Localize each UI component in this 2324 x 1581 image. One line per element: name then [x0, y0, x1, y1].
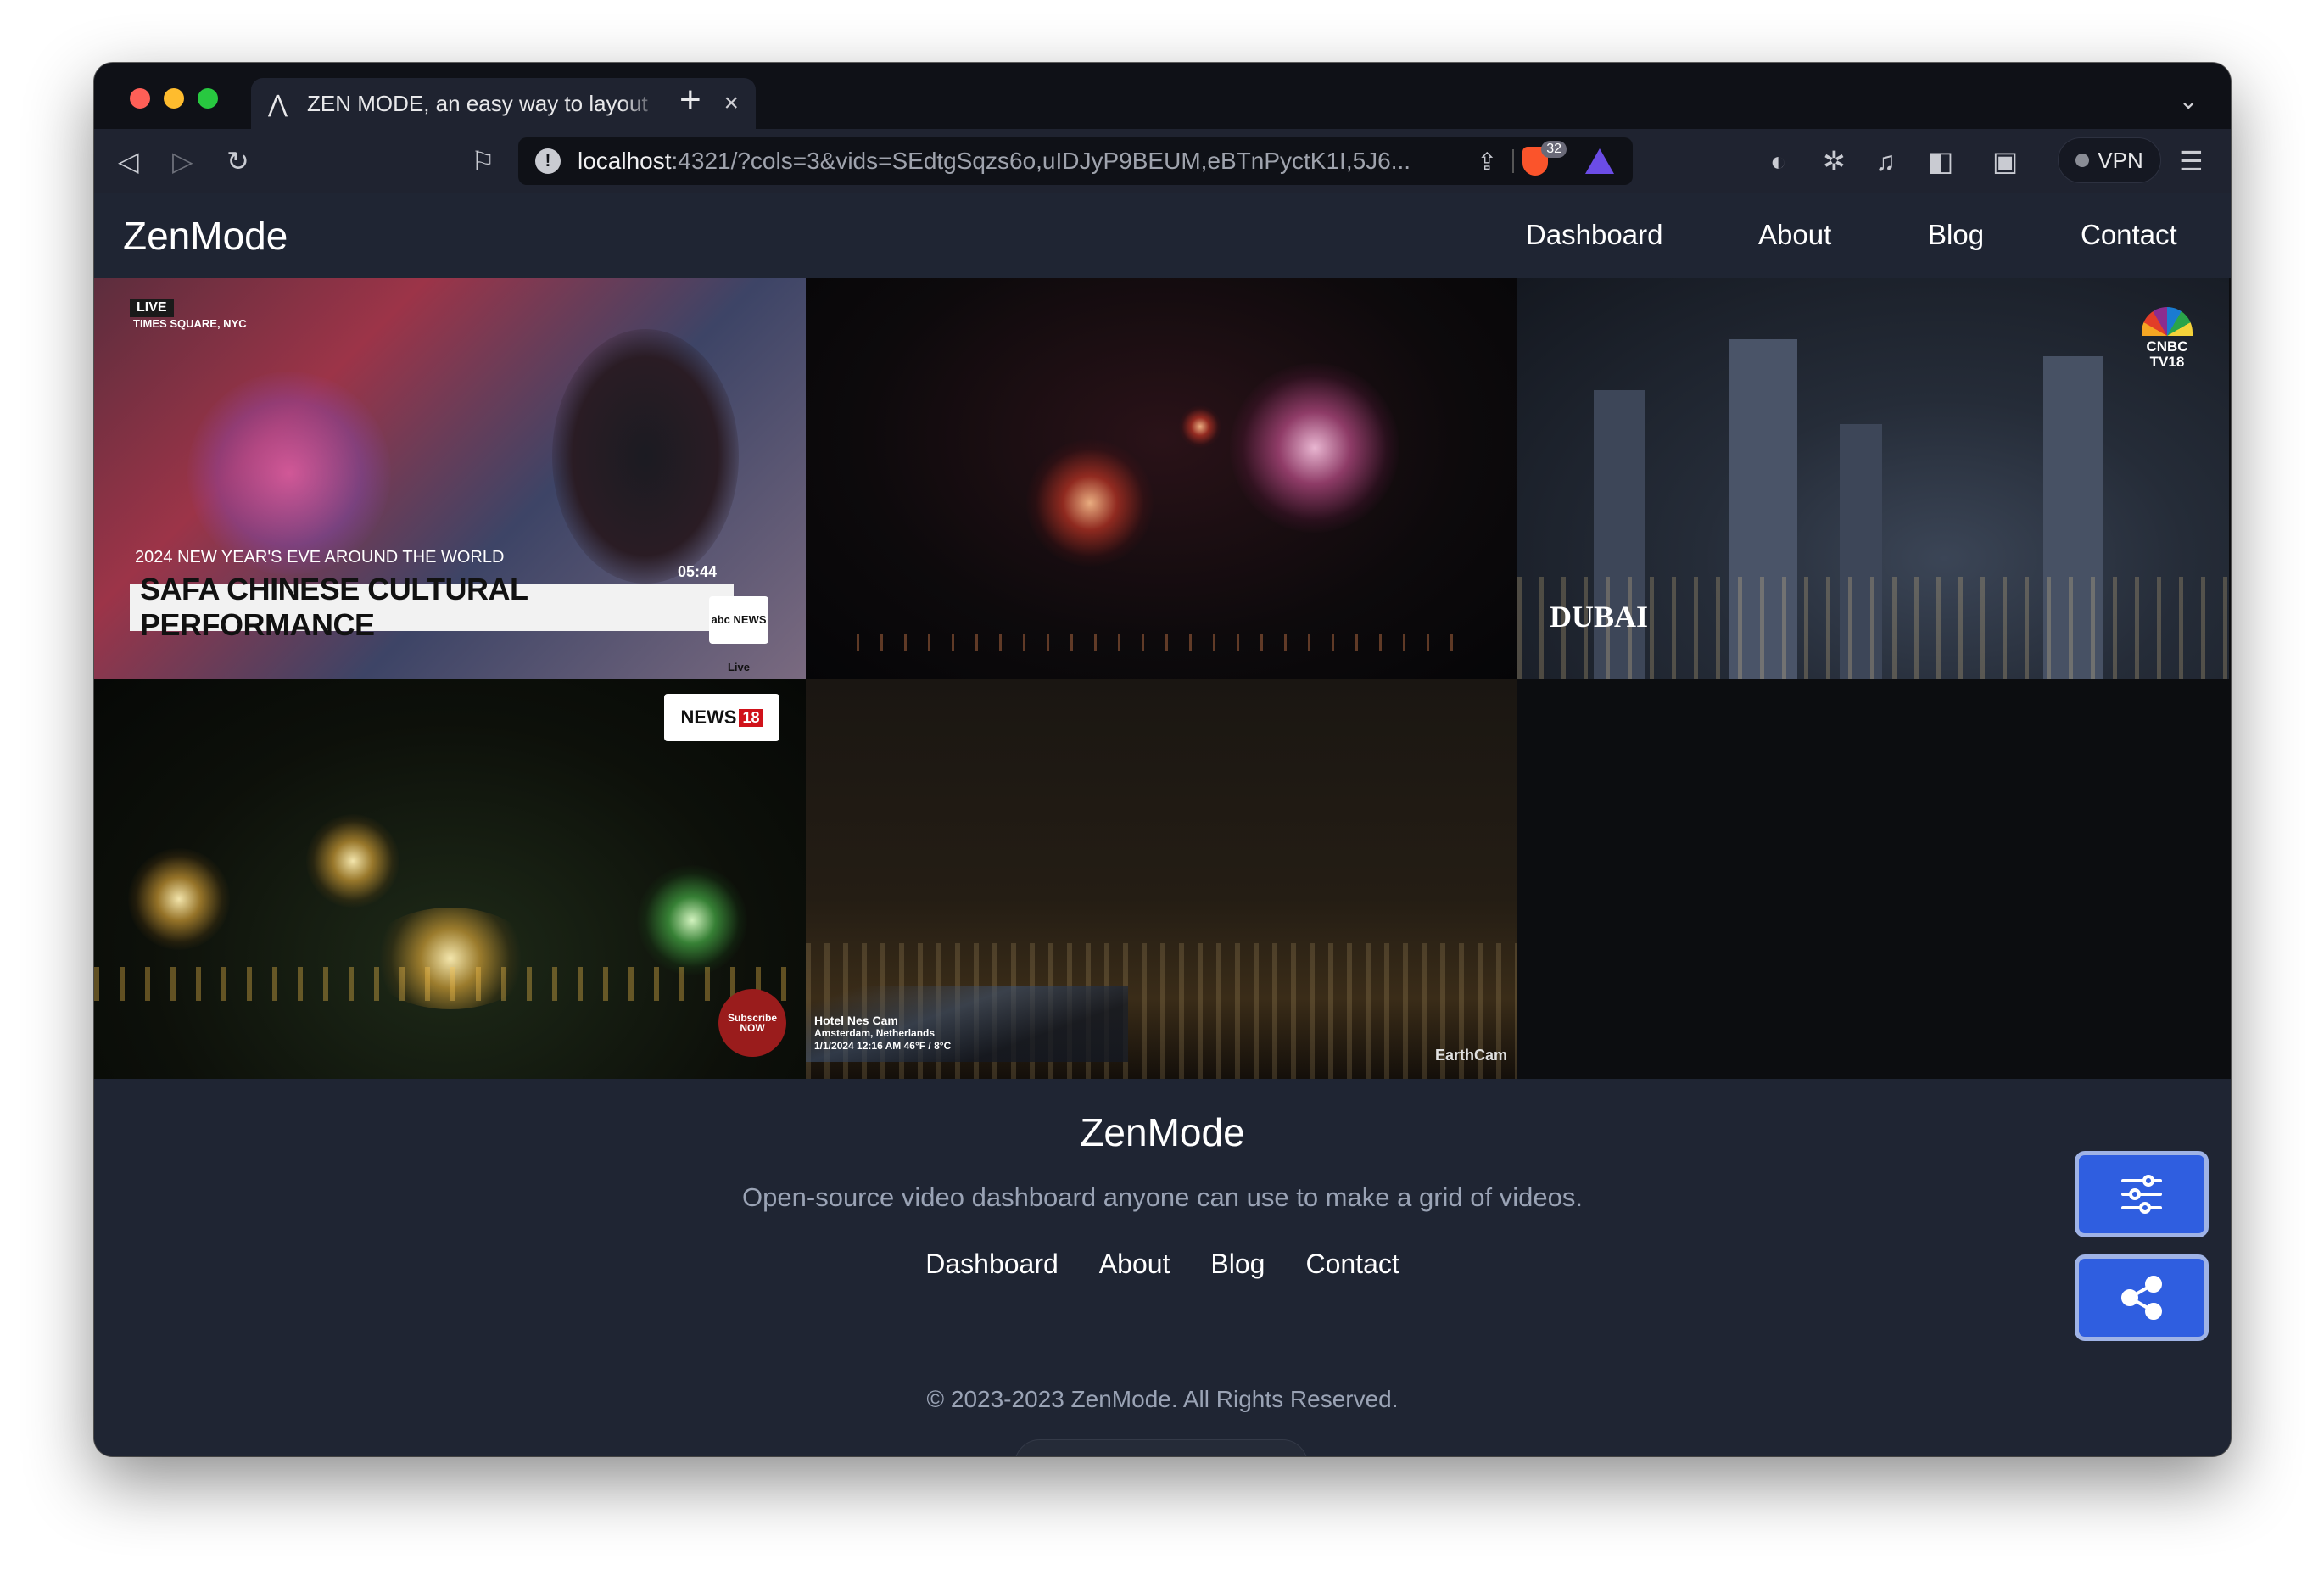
- browser-toolbar: ◁ ▷ ↻ ⚐ ! localhost:4321/?cols=3&vids=SE…: [94, 129, 2231, 193]
- dancers-figure: [187, 372, 391, 575]
- menu-icon[interactable]: ☰: [2179, 144, 2204, 178]
- network-number: 18: [739, 708, 763, 727]
- sidebar-icon[interactable]: ◧: [1928, 144, 1953, 178]
- headline-text: SAFA CHINESE CULTURAL PERFORMANCE: [140, 572, 528, 642]
- reload-icon[interactable]: ↻: [226, 144, 249, 178]
- share-button[interactable]: [2075, 1254, 2209, 1341]
- video-player-5[interactable]: Hotel Nes Cam Amsterdam, Netherlands 1/1…: [806, 679, 1517, 1079]
- tab-title: ZEN MODE, an easy way to layout: [307, 90, 648, 116]
- site-navbar: ZenMode Dashboard About Blog Contact: [94, 193, 2231, 278]
- cam-overlay: Hotel Nes Cam Amsterdam, Netherlands 1/1…: [814, 1014, 951, 1053]
- footer-logo: ZenMode: [1080, 1110, 1245, 1154]
- performer-figure: [552, 329, 739, 584]
- location-caption: DUBAI: [1550, 600, 1649, 634]
- url-host: localhost: [578, 148, 672, 174]
- headline-banner: SAFA CHINESE CULTURAL PERFORMANCE: [130, 572, 734, 642]
- footer-link-blog[interactable]: Blog: [1210, 1249, 1265, 1280]
- firework-burst: [1230, 363, 1399, 533]
- maximize-window-button[interactable]: [198, 88, 218, 109]
- nav-link-contact[interactable]: Contact: [2081, 219, 2177, 251]
- overline-label: 2024 NEW YEAR'S EVE AROUND THE WORLD: [135, 548, 505, 567]
- footer-tagline: Open-source video dashboard anyone can u…: [742, 1182, 1583, 1212]
- location-label: TIMES SQUARE, NYC: [133, 317, 247, 330]
- vpn-label: VPN: [2098, 147, 2143, 173]
- video-player-4[interactable]: NEWS 18 Subscribe NOW: [94, 679, 806, 1079]
- bottom-dock[interactable]: [1014, 1439, 1308, 1456]
- vpn-status-icon: [2075, 154, 2090, 167]
- share-icon[interactable]: ⇪: [1478, 148, 1497, 176]
- firework-burst: [306, 814, 399, 908]
- site-logo[interactable]: ZenMode: [123, 213, 288, 259]
- sliders-icon: [2121, 1175, 2162, 1214]
- cam-title: Hotel Nes Cam: [814, 1014, 898, 1027]
- firework-burst: [1179, 405, 1221, 448]
- cam-meta: 1/1/2024 12:16 AM 46°F / 8°C: [814, 1040, 952, 1052]
- footer-nav: Dashboard About Blog Contact: [94, 1249, 2231, 1280]
- back-icon[interactable]: ◁: [118, 144, 139, 178]
- forward-icon[interactable]: ▷: [172, 144, 193, 178]
- firework-burst: [637, 865, 747, 975]
- video-player-2[interactable]: [806, 278, 1517, 679]
- footer-link-dashboard[interactable]: Dashboard: [925, 1249, 1059, 1280]
- wallet-icon[interactable]: ▣: [1992, 144, 2018, 178]
- firework-burst: [1026, 439, 1154, 567]
- shield-count-badge: 32: [1541, 141, 1567, 158]
- network-label: CNBC TV18: [2146, 338, 2188, 370]
- countdown-time: 05:44: [678, 563, 718, 580]
- page: ZenMode Dashboard About Blog Contact LIV…: [94, 193, 2231, 1456]
- brave-rewards-icon[interactable]: [1585, 148, 1614, 174]
- nav-link-dashboard[interactable]: Dashboard: [1526, 219, 1662, 251]
- url-path: :4321/?cols=3&vids=SEdtgSqzs6o,uIDJyP9BE…: [671, 148, 1411, 174]
- shoreline-lights: [857, 634, 1466, 651]
- nav-link-about[interactable]: About: [1758, 219, 1831, 251]
- live-badge: LIVE: [130, 299, 174, 317]
- footer-link-contact[interactable]: Contact: [1305, 1249, 1399, 1280]
- footer-link-about[interactable]: About: [1099, 1249, 1170, 1280]
- vpn-button[interactable]: VPN: [2058, 137, 2161, 183]
- divider: [1512, 149, 1514, 173]
- address-bar[interactable]: ! localhost:4321/?cols=3&vids=SEdtgSqzs6…: [518, 137, 1633, 185]
- site-footer: ZenMode Open-source video dashboard anyo…: [94, 1079, 2231, 1456]
- peacock-icon: [2142, 307, 2193, 336]
- abc-news-logo: abc NEWS Live: [709, 596, 768, 673]
- chevron-down-icon[interactable]: ⌄: [2179, 87, 2198, 115]
- video-player-3[interactable]: DUBAI CNBC TV18: [1517, 278, 2229, 679]
- extensions-icon[interactable]: ✲: [1823, 144, 1846, 178]
- close-tab-icon[interactable]: ×: [723, 89, 739, 118]
- media-icon[interactable]: ♫: [1875, 144, 1896, 178]
- video-grid: LIVE TIMES SQUARE, NYC 2024 NEW YEAR'S E…: [94, 278, 2231, 1079]
- cnbc-tv18-logo: CNBC TV18: [2134, 307, 2200, 370]
- new-tab-icon[interactable]: +: [679, 81, 701, 119]
- cam-location: Amsterdam, Netherlands: [814, 1027, 936, 1039]
- copyright: © 2023-2023 ZenMode. All Rights Reserved…: [926, 1386, 1399, 1412]
- network-label: NEWS: [680, 707, 737, 728]
- subscribe-badge[interactable]: Subscribe NOW: [718, 989, 786, 1057]
- settings-button[interactable]: [2075, 1151, 2209, 1237]
- astro-favicon-icon: ⋀: [268, 90, 288, 117]
- video-player-1[interactable]: LIVE TIMES SQUARE, NYC 2024 NEW YEAR'S E…: [94, 278, 806, 679]
- share-icon: [2121, 1276, 2162, 1320]
- close-window-button[interactable]: [130, 88, 150, 109]
- site-info-icon[interactable]: !: [535, 148, 561, 174]
- bookmark-icon[interactable]: ⚐: [471, 144, 495, 178]
- earthcam-logo: EarthCam: [1434, 1047, 1507, 1064]
- tab-strip: ⋀ ZEN MODE, an easy way to layout × + ⌄: [94, 63, 2231, 129]
- url-text[interactable]: localhost:4321/?cols=3&vids=SEdtgSqzs6o,…: [578, 148, 1426, 175]
- minimize-window-button[interactable]: [164, 88, 184, 109]
- nav-link-blog[interactable]: Blog: [1928, 219, 1984, 251]
- firework-burst: [128, 848, 230, 950]
- password-manager-icon[interactable]: ◐: [1770, 144, 1786, 178]
- news18-logo: NEWS 18: [664, 694, 779, 741]
- browser-window: ⋀ ZEN MODE, an easy way to layout × + ⌄ …: [94, 63, 2231, 1456]
- harbour-lights: [94, 967, 806, 1001]
